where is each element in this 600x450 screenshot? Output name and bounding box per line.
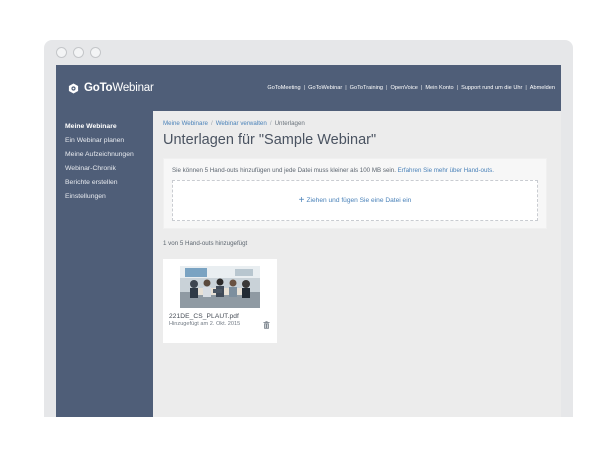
upload-panel: Sie können 5 Hand-outs hinzufügen und je… [163,158,547,229]
window-controls [56,47,101,58]
top-nav-gotomeeting[interactable]: GoToMeeting [267,85,300,91]
sidebar-item-meine-webinare[interactable]: Meine Webinare [56,120,153,134]
nav-separator: | [456,85,459,91]
top-nav-openvoice[interactable]: OpenVoice [391,85,418,91]
sidebar-item-webinar-planen[interactable]: Ein Webinar planen [56,134,153,148]
top-nav-support[interactable]: Support rund um die Uhr [461,85,522,91]
breadcrumb: Meine Webinare / Webinar verwalten / Unt… [163,120,547,127]
trash-icon[interactable] [263,321,270,329]
close-window-button[interactable] [56,47,67,58]
page-title: Unterlagen für "Sample Webinar" [163,132,377,148]
nav-separator: | [303,85,306,91]
sidebar-item-berichte[interactable]: Berichte erstellen [56,176,153,190]
upload-info-text: Sie können 5 Hand-outs hinzufügen und je… [172,167,396,174]
dropzone-label: Ziehen und fügen Sie eine Datei ein [306,197,412,204]
top-nav: GoToMeeting | GoToWebinar | GoToTraining… [267,85,555,91]
file-name[interactable]: 221DE_CS_PLAUT.pdf [169,313,271,320]
learn-more-link[interactable]: Erfahren Sie mehr über Hand-outs. [398,167,494,174]
main-content: Meine Webinare / Webinar verwalten / Unt… [153,111,561,417]
body-row: Meine Webinare Ein Webinar planen Meine … [56,111,561,417]
nav-separator: | [386,85,388,91]
top-header: GoToWebinar GoToMeeting | GoToWebinar | … [56,65,561,111]
page-viewport: GoToWebinar GoToMeeting | GoToWebinar | … [56,65,561,417]
upload-info: Sie können 5 Hand-outs hinzufügen und je… [172,166,538,175]
nav-separator: | [345,85,347,91]
breadcrumb-unterlagen: Unterlagen [274,120,305,127]
sidebar-item-aufzeichnungen[interactable]: Meine Aufzeichnungen [56,148,153,162]
handout-count: 1 von 5 Hand-outs hinzugefügt [163,240,248,247]
sidebar: Meine Webinare Ein Webinar planen Meine … [56,111,153,417]
top-nav-gotowebinar[interactable]: GoToWebinar [308,85,342,91]
nav-separator: | [420,85,423,91]
browser-window: GoToWebinar GoToMeeting | GoToWebinar | … [44,40,573,417]
maximize-window-button[interactable] [90,47,101,58]
gotowebinar-logo-icon [68,82,79,94]
minimize-window-button[interactable] [73,47,84,58]
top-nav-abmelden[interactable]: Abmelden [530,85,555,91]
logo-text: GoToWebinar [84,82,154,94]
breadcrumb-meine-webinare[interactable]: Meine Webinare [163,120,208,127]
top-nav-mein-konto[interactable]: Mein Konto [425,85,453,91]
top-nav-gototraining[interactable]: GoToTraining [350,85,383,91]
logo[interactable]: GoToWebinar [68,82,154,94]
sidebar-item-webinar-chronik[interactable]: Webinar-Chronik [56,162,153,176]
meeting-photo-thumbnail [180,266,260,308]
breadcrumb-separator: / [210,120,213,127]
breadcrumb-webinar-verwalten[interactable]: Webinar verwalten [216,120,267,127]
file-dropzone[interactable]: + Ziehen und fügen Sie eine Datei ein [172,180,538,221]
file-card[interactable]: 221DE_CS_PLAUT.pdf Hinzugefügt am 2. Okt… [163,259,277,343]
nav-separator: | [525,85,527,91]
file-added-date: Hinzugefügt am 2. Okt. 2015 [169,321,241,327]
plus-icon: + [298,194,305,206]
breadcrumb-separator: / [269,120,272,127]
sidebar-item-einstellungen[interactable]: Einstellungen [56,190,153,204]
